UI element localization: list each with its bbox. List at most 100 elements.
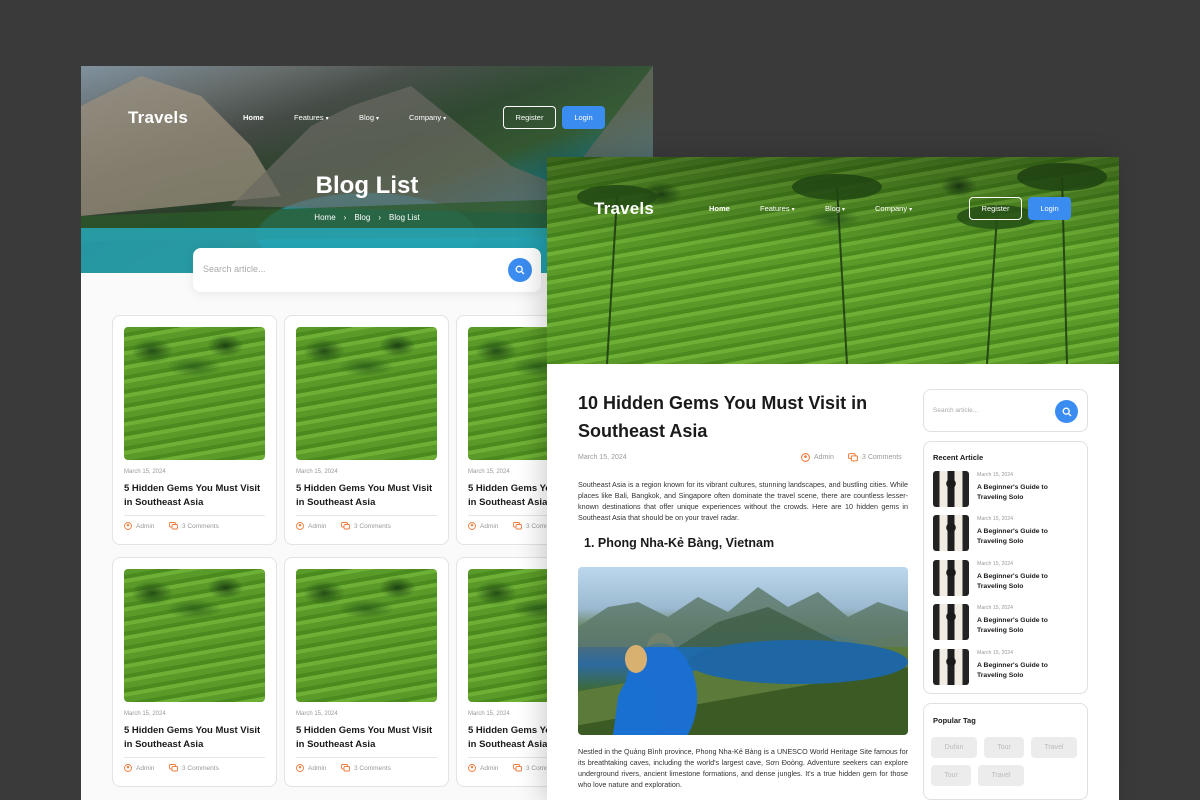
card-date: March 15, 2024 [468, 711, 510, 717]
article-author: Admin [801, 453, 834, 462]
nav-company[interactable]: Company ▾ [875, 204, 912, 213]
chevron-down-icon: ▾ [791, 207, 795, 213]
recent-article-thumbnail [933, 560, 969, 596]
card-author: Admin [124, 764, 154, 772]
search-icon [1062, 407, 1071, 416]
recent-article-title[interactable]: A Beginner's Guide to Traveling Solo [977, 483, 1077, 503]
recent-article-title[interactable]: A Beginner's Guide to Traveling Solo [977, 616, 1077, 636]
sidebar-search-input[interactable]: Search article... [933, 407, 978, 414]
nav-blog[interactable]: Blog ▾ [359, 113, 379, 122]
recent-article-date: March 15, 2024 [977, 605, 1014, 611]
card-comments: 3 Comments [341, 522, 391, 530]
search-input[interactable]: Search article... [203, 264, 266, 274]
card-author: Admin [296, 522, 326, 530]
nav-company[interactable]: Company ▾ [409, 113, 446, 122]
sidebar-search[interactable]: Search article... [923, 389, 1088, 432]
card-title[interactable]: 5 Hidden Gems You Must Visit in Southeas… [124, 724, 269, 752]
blog-card[interactable]: March 15, 2024 5 Hidden Gems You Must Vi… [112, 315, 277, 545]
card-author-name: Admin [480, 764, 499, 772]
card-title[interactable]: 5 Hidden Gems You Must Visit in Southeas… [296, 482, 441, 510]
user-icon [468, 522, 476, 530]
register-button[interactable]: Register [969, 197, 1022, 220]
nav-blog[interactable]: Blog ▾ [825, 204, 845, 213]
brand-logo[interactable]: Travels [594, 199, 654, 219]
user-icon [124, 764, 132, 772]
recent-article-date: March 15, 2024 [977, 561, 1014, 567]
chevron-right-icon: › [343, 213, 347, 222]
register-button[interactable]: Register [503, 106, 556, 129]
nav-home[interactable]: Home [243, 113, 264, 122]
card-title[interactable]: 5 Hidden Gems You Must Visit in Southeas… [124, 482, 269, 510]
card-author: Admin [468, 522, 498, 530]
card-comments-count: 3 Comments [354, 522, 391, 530]
card-author-name: Admin [480, 522, 499, 530]
article-window: Travels Home Features ▾ Blog ▾ Company ▾ Re… [547, 157, 1119, 800]
user-icon [468, 764, 476, 772]
article-comments[interactable]: 3 Comments [848, 453, 902, 462]
article-intro-paragraph: Southeast Asia is a region known for its… [578, 480, 908, 522]
card-image-rice-terraces [124, 327, 265, 460]
login-button[interactable]: Login [1028, 197, 1071, 220]
tag-chip[interactable]: Tour [984, 737, 1024, 758]
blog-card[interactable]: March 15, 2024 5 Hidden Gems You Must Vi… [284, 315, 449, 545]
card-author: Admin [296, 764, 326, 772]
comment-icon [848, 453, 858, 462]
breadcrumb-home[interactable]: Home [314, 213, 335, 222]
user-icon [296, 522, 304, 530]
tag-chip[interactable]: Travel [978, 765, 1024, 786]
recent-article-item[interactable]: March 15, 2024 A Beginner's Guide to Tra… [933, 604, 1083, 640]
card-divider [296, 757, 437, 758]
blog-card[interactable]: March 15, 2024 5 Hidden Gems You Must Vi… [112, 557, 277, 787]
recent-articles-panel: Recent Article March 15, 2024 A Beginner… [923, 441, 1088, 694]
nav-features[interactable]: Features ▾ [294, 113, 329, 122]
login-button[interactable]: Login [562, 106, 605, 129]
breadcrumb-blog[interactable]: Blog [354, 213, 370, 222]
blog-card[interactable]: March 15, 2024 5 Hidden Gems You Must Vi… [284, 557, 449, 787]
user-icon [296, 764, 304, 772]
card-comments: 3 Comments [169, 522, 219, 530]
recent-article-date: March 15, 2024 [977, 472, 1014, 478]
card-divider [124, 757, 265, 758]
user-icon [124, 522, 132, 530]
recent-article-title[interactable]: A Beginner's Guide to Traveling Solo [977, 661, 1077, 681]
mountain-silhouette [578, 587, 908, 735]
card-date: March 15, 2024 [468, 469, 510, 475]
nav-features[interactable]: Features ▾ [760, 204, 795, 213]
recent-article-title[interactable]: A Beginner's Guide to Traveling Solo [977, 572, 1077, 592]
article-date: March 15, 2024 [578, 454, 627, 461]
popular-tags-heading: Popular Tag [933, 716, 976, 725]
card-date: March 15, 2024 [296, 469, 338, 475]
top-nav: Travels Home Features ▾ Blog ▾ Company ▾ Re… [547, 157, 1119, 220]
nav-home[interactable]: Home [709, 204, 730, 213]
card-comments-count: 3 Comments [354, 764, 391, 772]
nav-blog-label: Blog [825, 204, 841, 213]
card-author-name: Admin [136, 522, 155, 530]
chevron-down-icon: ▾ [325, 116, 329, 122]
search-button[interactable] [508, 258, 532, 282]
card-comments: 3 Comments [341, 764, 391, 772]
recent-article-title[interactable]: A Beginner's Guide to Traveling Solo [977, 527, 1077, 547]
card-date: March 15, 2024 [124, 711, 166, 717]
tag-chip[interactable]: Tour [931, 765, 971, 786]
card-comments-count: 3 Comments [182, 522, 219, 530]
recent-article-date: March 15, 2024 [977, 650, 1014, 656]
brand-logo[interactable]: Travels [128, 108, 188, 128]
card-title[interactable]: 5 Hidden Gems You Must Visit in Southeas… [296, 724, 441, 752]
sidebar-search-button[interactable] [1055, 400, 1078, 423]
article-comments-count: 3 Comments [862, 454, 902, 461]
card-author-name: Admin [136, 764, 155, 772]
search-bar[interactable]: Search article... [193, 248, 541, 292]
recent-article-item[interactable]: March 15, 2024 A Beginner's Guide to Tra… [933, 515, 1083, 551]
recent-article-item[interactable]: March 15, 2024 A Beginner's Guide to Tra… [933, 560, 1083, 596]
top-nav: Travels Home Features ▾ Blog ▾ Company ▾ Re… [81, 66, 653, 129]
tag-chip[interactable]: Dufan [931, 737, 977, 758]
chevron-down-icon: ▾ [443, 116, 447, 122]
recent-article-item[interactable]: March 15, 2024 A Beginner's Guide to Tra… [933, 649, 1083, 685]
recent-article-item[interactable]: March 15, 2024 A Beginner's Guide to Tra… [933, 471, 1083, 507]
recent-article-thumbnail [933, 604, 969, 640]
card-author-name: Admin [308, 764, 327, 772]
search-icon [515, 265, 525, 275]
tag-chip[interactable]: Travel [1031, 737, 1077, 758]
recent-article-date: March 15, 2024 [977, 516, 1014, 522]
comment-icon [341, 522, 350, 530]
